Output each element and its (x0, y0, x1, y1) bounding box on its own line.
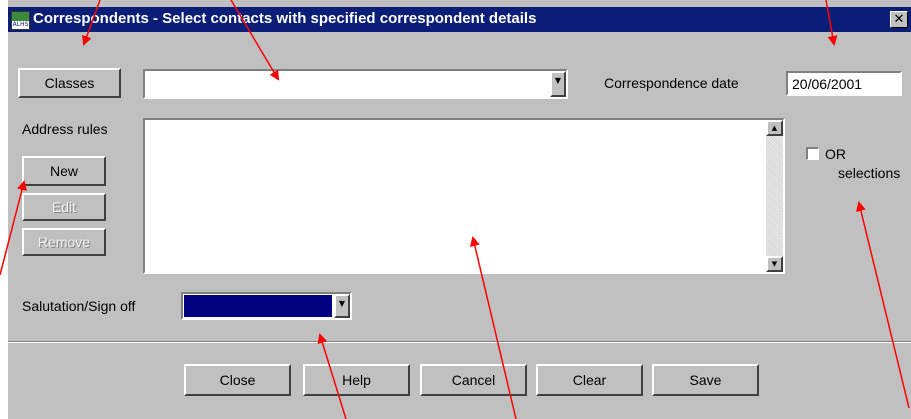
chevron-down-icon[interactable]: ▼ (550, 71, 566, 97)
address-rules-list[interactable]: ▲ ▼ (143, 118, 785, 274)
cancel-button[interactable]: Cancel (420, 364, 527, 396)
save-button[interactable]: Save (652, 364, 759, 396)
scroll-down-icon[interactable]: ▼ (766, 256, 783, 272)
or-selections-label-line1: OR (825, 146, 846, 162)
or-selections-label-line2: selections (838, 165, 901, 181)
or-selections-label: OR selections (825, 145, 900, 183)
divider (8, 341, 911, 343)
classes-combo[interactable]: ▼ (143, 69, 568, 99)
classes-button[interactable]: Classes (18, 68, 121, 98)
salutation-label: Salutation/Sign off (22, 298, 136, 314)
window-title: Correspondents - Select contacts with sp… (33, 10, 537, 27)
title-bar[interactable]: ALHS Correspondents - Select contacts wi… (8, 7, 911, 32)
tree-icon (12, 12, 29, 21)
close-window-icon[interactable]: ✕ (890, 11, 908, 28)
salutation-selected-value (184, 295, 332, 317)
scroll-up-icon[interactable]: ▲ (766, 120, 783, 136)
salutation-combo[interactable]: ▼ (181, 292, 352, 320)
app-logo-icon: ALHS (11, 11, 30, 30)
help-button[interactable]: Help (303, 364, 410, 396)
new-button[interactable]: New (22, 156, 106, 186)
close-button[interactable]: Close (184, 364, 291, 396)
correspondence-date-label: Correspondence date (604, 75, 739, 91)
address-rules-label: Address rules (22, 121, 108, 137)
edit-button[interactable]: Edit (22, 193, 106, 221)
remove-button[interactable]: Remove (22, 228, 106, 256)
dialog-window: ALHS Correspondents - Select contacts wi… (8, 0, 911, 419)
correspondence-date-field[interactable]: 20/06/2001 (786, 71, 902, 96)
address-rules-scrollbar[interactable]: ▲ ▼ (766, 120, 783, 272)
or-selections-checkbox[interactable] (806, 147, 819, 160)
clear-button[interactable]: Clear (536, 364, 643, 396)
chevron-down-icon[interactable]: ▼ (334, 294, 350, 318)
app-logo-text: ALHS (12, 21, 29, 28)
